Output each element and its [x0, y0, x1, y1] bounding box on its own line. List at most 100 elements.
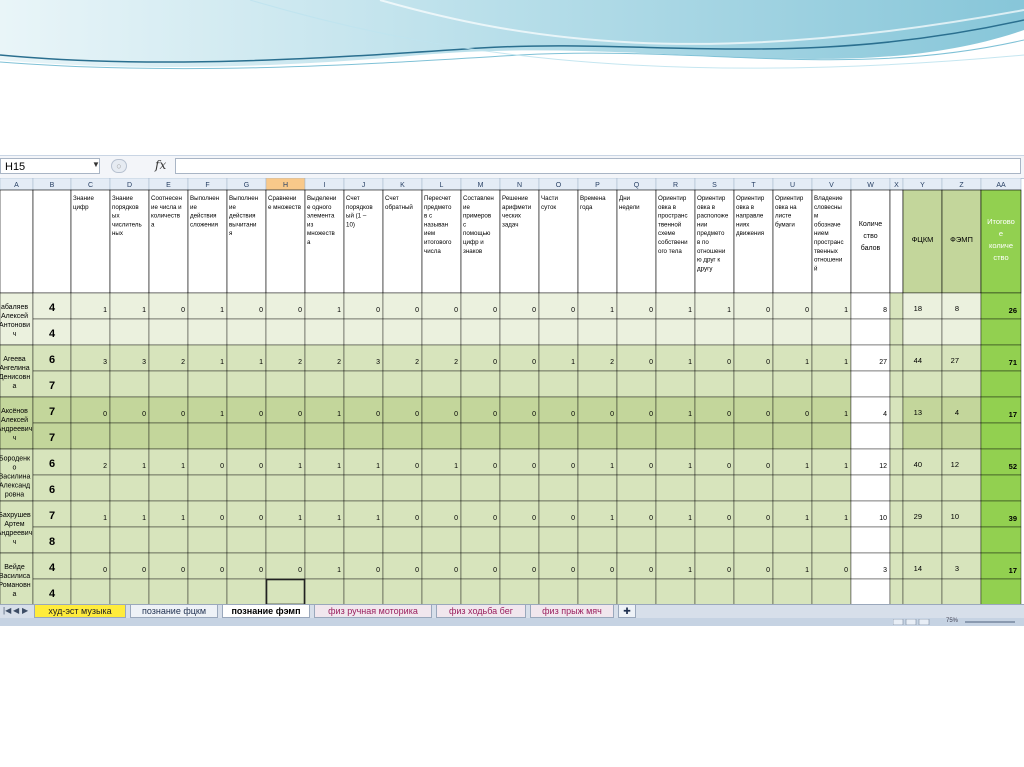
- grid-cell[interactable]: [902, 318, 943, 346]
- grid-cell[interactable]: [655, 500, 696, 528]
- grid-cell[interactable]: [538, 500, 579, 528]
- sheet-tab[interactable]: физ прыж мяч: [530, 605, 614, 618]
- grid-cell[interactable]: [148, 552, 189, 580]
- grid-cell[interactable]: [421, 526, 462, 554]
- grid-cell[interactable]: [382, 474, 423, 502]
- chevron-down-icon[interactable]: ▼: [92, 160, 100, 169]
- grid-cell[interactable]: [460, 318, 501, 346]
- grid-cell[interactable]: [499, 292, 540, 320]
- grid-cell[interactable]: [70, 422, 111, 450]
- grid-cell[interactable]: [304, 578, 345, 604]
- grid-cell[interactable]: [811, 422, 852, 450]
- grid-cell[interactable]: [850, 370, 891, 398]
- grid-cell[interactable]: [889, 526, 904, 554]
- grid-cell[interactable]: [460, 526, 501, 554]
- grid-cell[interactable]: [694, 292, 735, 320]
- grid-cell[interactable]: [902, 396, 943, 424]
- grid-cell[interactable]: [265, 474, 306, 502]
- grid-cell[interactable]: [902, 370, 943, 398]
- grid-cell[interactable]: [733, 318, 774, 346]
- grid-cell[interactable]: [889, 318, 904, 346]
- grid-cell[interactable]: [655, 422, 696, 450]
- grid-cell[interactable]: [538, 448, 579, 476]
- grid-cell[interactable]: [382, 370, 423, 398]
- grid-cell[interactable]: [226, 292, 267, 320]
- grid-cell[interactable]: [941, 448, 982, 476]
- grid-cell[interactable]: [811, 370, 852, 398]
- grid-cell[interactable]: [187, 526, 228, 554]
- grid-cell[interactable]: [421, 578, 462, 604]
- header-cell-X[interactable]: [889, 189, 904, 294]
- grid-cell[interactable]: [902, 552, 943, 580]
- grid-cell[interactable]: [889, 474, 904, 502]
- grid-cell[interactable]: [70, 578, 111, 604]
- grid-cell[interactable]: [902, 578, 943, 604]
- grid-cell[interactable]: [902, 448, 943, 476]
- prev-sheet-icon[interactable]: ◀: [13, 606, 19, 615]
- grid-cell[interactable]: [694, 500, 735, 528]
- grid-cell[interactable]: [304, 344, 345, 372]
- grid-cell[interactable]: [811, 474, 852, 502]
- grid-cell[interactable]: [421, 318, 462, 346]
- grid-cell[interactable]: [109, 318, 150, 346]
- grid-cell[interactable]: [226, 422, 267, 450]
- grid-cell[interactable]: [889, 422, 904, 450]
- grid-cell[interactable]: [733, 474, 774, 502]
- grid-cell[interactable]: [421, 370, 462, 398]
- grid-cell[interactable]: [421, 292, 462, 320]
- grid-cell[interactable]: [733, 500, 774, 528]
- formula-input[interactable]: [175, 158, 1021, 174]
- grid-cell[interactable]: [499, 448, 540, 476]
- grid-cell[interactable]: [343, 552, 384, 580]
- grid-cell[interactable]: [772, 552, 813, 580]
- grid-cell[interactable]: [889, 370, 904, 398]
- grid-cell[interactable]: [616, 526, 657, 554]
- grid-cell[interactable]: [460, 474, 501, 502]
- grid-cell[interactable]: [70, 370, 111, 398]
- grid-cell[interactable]: [265, 552, 306, 580]
- grid-cell[interactable]: [265, 344, 306, 372]
- grid-cell[interactable]: [343, 474, 384, 502]
- grid-cell[interactable]: [421, 344, 462, 372]
- grid-cell[interactable]: [187, 292, 228, 320]
- grid-cell[interactable]: [187, 552, 228, 580]
- formula-cancel-icon[interactable]: ○: [111, 159, 127, 173]
- grid-cell[interactable]: [421, 396, 462, 424]
- grid-cell[interactable]: [382, 396, 423, 424]
- grid-cell[interactable]: [70, 396, 111, 424]
- grid-cell[interactable]: [733, 552, 774, 580]
- grid-cell[interactable]: [538, 318, 579, 346]
- grid-cell[interactable]: [343, 396, 384, 424]
- grid-cell[interactable]: [304, 396, 345, 424]
- grid-cell[interactable]: [187, 396, 228, 424]
- grid-cell[interactable]: [499, 344, 540, 372]
- grid-cell[interactable]: [421, 422, 462, 450]
- grid-cell[interactable]: [343, 578, 384, 604]
- grid-cell[interactable]: [382, 448, 423, 476]
- grid-cell[interactable]: [304, 318, 345, 346]
- grid-cell[interactable]: [499, 318, 540, 346]
- grid-cell[interactable]: [226, 448, 267, 476]
- grid-cell[interactable]: [850, 292, 891, 320]
- grid-cell[interactable]: [811, 500, 852, 528]
- grid-cell[interactable]: [265, 370, 306, 398]
- grid-cell[interactable]: [577, 448, 618, 476]
- grid-cell[interactable]: [902, 500, 943, 528]
- grid-cell[interactable]: [343, 422, 384, 450]
- grid-cell[interactable]: [655, 396, 696, 424]
- grid-cell[interactable]: [148, 448, 189, 476]
- grid-cell[interactable]: [733, 422, 774, 450]
- grid-cell[interactable]: [811, 526, 852, 554]
- grid-cell[interactable]: [109, 474, 150, 502]
- grid-cell[interactable]: [902, 526, 943, 554]
- grid-cell[interactable]: [382, 500, 423, 528]
- grid-cell[interactable]: [343, 526, 384, 554]
- grid-cell[interactable]: [772, 500, 813, 528]
- grid-cell[interactable]: [694, 552, 735, 580]
- grid-cell[interactable]: [772, 396, 813, 424]
- grid-cell[interactable]: [343, 292, 384, 320]
- zoom-slider[interactable]: [965, 621, 1015, 623]
- grid-cell[interactable]: [304, 448, 345, 476]
- grid-cell[interactable]: [811, 318, 852, 346]
- grid-cell[interactable]: [772, 448, 813, 476]
